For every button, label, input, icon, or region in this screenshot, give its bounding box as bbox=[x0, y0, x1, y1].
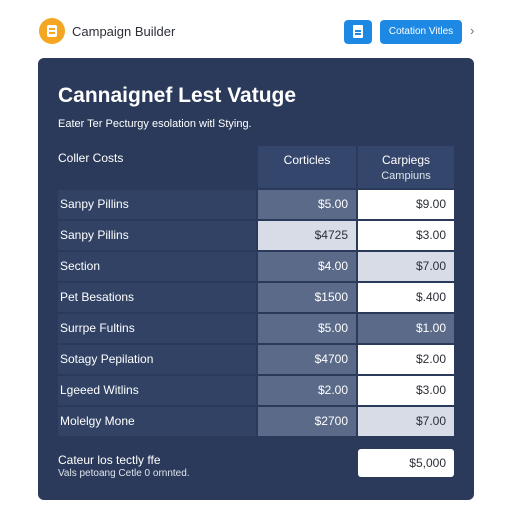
column-header-corticles: Corticles bbox=[258, 146, 356, 188]
corticles-cell: $2700 bbox=[258, 407, 356, 436]
corticles-cell: $2.00 bbox=[258, 376, 356, 405]
corticles-cell: $4700 bbox=[258, 345, 356, 374]
carpiegs-cell[interactable]: $7.00 bbox=[358, 252, 454, 281]
table-row: Sotagy Pepilation $4700 $2.00 bbox=[58, 345, 454, 374]
logo-mark bbox=[47, 25, 57, 37]
table-row: Lgeeed Witlins $2.00 $3.00 bbox=[58, 376, 454, 405]
carpiegs-cell[interactable]: $2.00 bbox=[358, 345, 454, 374]
panel-title: Cannaignef Lest Vatuge bbox=[58, 84, 297, 107]
chevron-right-icon[interactable]: › bbox=[470, 23, 474, 38]
primary-action-button[interactable]: Cotation Vitles bbox=[380, 20, 462, 44]
row-label: Surrpe Fultins bbox=[58, 314, 256, 343]
column-header-subtitle: Campiuns bbox=[381, 170, 431, 182]
campaign-logo-icon bbox=[39, 18, 65, 44]
carpiegs-cell[interactable]: $9.00 bbox=[358, 190, 454, 219]
carpiegs-cell[interactable]: $.400 bbox=[358, 283, 454, 312]
column-header-carpiegs: Carpiegs Campiuns bbox=[358, 146, 454, 188]
row-label: Section bbox=[58, 252, 256, 281]
corticles-cell: $4.00 bbox=[258, 252, 356, 281]
row-label: Sotagy Pepilation bbox=[58, 345, 256, 374]
row-label: Pet Besations bbox=[58, 283, 256, 312]
footer-title: Cateur los tectly ffe bbox=[58, 453, 161, 467]
panel-subtitle: Eater Ter Pecturgy esolation witl Stying… bbox=[58, 118, 252, 130]
document-button[interactable] bbox=[344, 20, 372, 44]
row-label: Sanpy Pillins bbox=[58, 221, 256, 250]
corticles-cell: $4725 bbox=[258, 221, 356, 250]
app-title: Campaign Builder bbox=[72, 24, 176, 39]
table-row: Pet Besations $1500 $.400 bbox=[58, 283, 454, 312]
table-row: Section $4.00 $7.00 bbox=[58, 252, 454, 281]
carpiegs-cell[interactable]: $3.00 bbox=[358, 376, 454, 405]
corticles-cell: $5.00 bbox=[258, 190, 356, 219]
row-label: Molelgy Mone bbox=[58, 407, 256, 436]
row-label: Lgeeed Witlins bbox=[58, 376, 256, 405]
corticles-cell: $1500 bbox=[258, 283, 356, 312]
top-bar: Campaign Builder Cotation Vitles › bbox=[0, 0, 512, 58]
footer-subtitle: Vals petoang Cetle 0 ornnted. bbox=[58, 468, 190, 479]
table-header-label: Coller Costs bbox=[58, 151, 124, 165]
row-label: Sanpy Pillins bbox=[58, 190, 256, 219]
table-row: Sanpy Pillins $5.00 $9.00 bbox=[58, 190, 454, 219]
carpiegs-cell[interactable]: $1.00 bbox=[358, 314, 454, 343]
corticles-cell: $5.00 bbox=[258, 314, 356, 343]
table-row: Sanpy Pillins $4725 $3.00 bbox=[58, 221, 454, 250]
carpiegs-cell[interactable]: $7.00 bbox=[358, 407, 454, 436]
main-panel: Cannaignef Lest Vatuge Eater Ter Pecturg… bbox=[38, 58, 474, 500]
table-row: Surrpe Fultins $5.00 $1.00 bbox=[58, 314, 454, 343]
column-header-title: Carpiegs bbox=[381, 153, 431, 167]
total-value-field[interactable]: $5,000 bbox=[358, 449, 454, 477]
carpiegs-cell[interactable]: $3.00 bbox=[358, 221, 454, 250]
document-icon bbox=[353, 25, 363, 38]
table-row: Molelgy Mone $2700 $7.00 bbox=[58, 407, 454, 436]
